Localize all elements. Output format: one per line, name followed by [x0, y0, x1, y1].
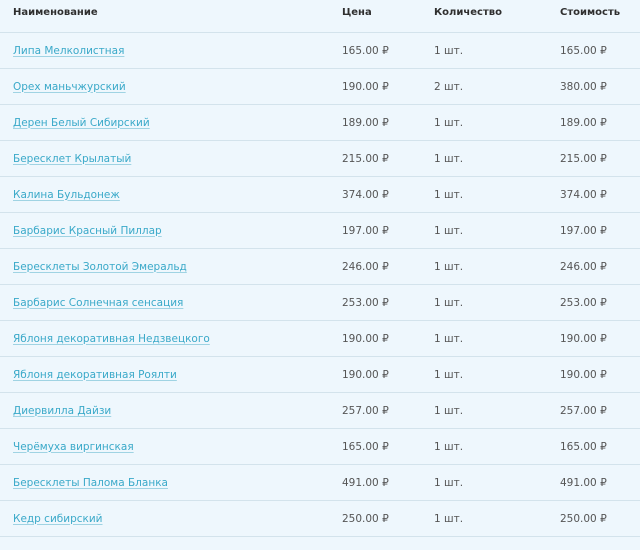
product-name-cell: Липа Мелколистная	[13, 33, 124, 68]
product-link[interactable]: Орех маньчжурский	[13, 81, 126, 93]
quantity-cell: 1 шт.	[434, 404, 464, 417]
price-cell: 250.00 ₽	[342, 512, 389, 525]
price-cell: 165.00 ₽	[342, 44, 389, 57]
price-cell: 165.00 ₽	[342, 440, 389, 453]
table-row: Бересклеты Палома Бланка 491.00 ₽ 1 шт. 491…	[0, 465, 640, 501]
price-cell: 246.00 ₽	[342, 260, 389, 273]
price-cell: 190.00 ₽	[342, 332, 389, 345]
table-row: Барбарис Красный Пиллар 197.00 ₽ 1 шт. 197.…	[0, 213, 640, 249]
product-name-cell: Диервилла Дайзи	[13, 393, 111, 428]
total-cell: 253.00 ₽	[560, 296, 607, 309]
product-link[interactable]: Бересклеты Золотой Эмеральд	[13, 261, 187, 273]
quantity-cell: 1 шт.	[434, 296, 464, 309]
table-body: Липа Мелколистная 165.00 ₽ 1 шт. 165.00 ₽ Ор…	[0, 33, 640, 537]
quantity-cell: 1 шт.	[434, 152, 464, 165]
table-row: Орех маньчжурский 190.00 ₽ 2 шт. 380.00 ₽	[0, 69, 640, 105]
table-row: Бересклеты Золотой Эмеральд 246.00 ₽ 1 шт.…	[0, 249, 640, 285]
product-link[interactable]: Яблоня декоративная Роялти	[13, 369, 177, 381]
product-name-cell: Бересклет Крылатый	[13, 141, 131, 176]
total-cell: 491.00 ₽	[560, 476, 607, 489]
quantity-cell: 2 шт.	[434, 80, 464, 93]
product-name-cell: Яблоня декоративная Роялти	[13, 357, 177, 392]
product-link[interactable]: Бересклет Крылатый	[13, 153, 131, 165]
total-cell: 165.00 ₽	[560, 44, 607, 57]
total-cell: 246.00 ₽	[560, 260, 607, 273]
total-cell: 197.00 ₽	[560, 224, 607, 237]
header-name: Наименование	[13, 7, 98, 18]
price-cell: 190.00 ₽	[342, 80, 389, 93]
total-cell: 165.00 ₽	[560, 440, 607, 453]
table-row: Бересклет Крылатый 215.00 ₽ 1 шт. 215.00 ₽	[0, 141, 640, 177]
table-row: Яблоня декоративная Роялти 190.00 ₽ 1 шт. 1…	[0, 357, 640, 393]
product-link[interactable]: Калина Бульдонеж	[13, 189, 120, 201]
product-name-cell: Бересклеты Золотой Эмеральд	[13, 249, 187, 284]
total-cell: 374.00 ₽	[560, 188, 607, 201]
product-name-cell: Кедр сибирский	[13, 501, 103, 536]
quantity-cell: 1 шт.	[434, 224, 464, 237]
table-row: Калина Бульдонеж 374.00 ₽ 1 шт. 374.00 ₽	[0, 177, 640, 213]
product-link[interactable]: Диервилла Дайзи	[13, 405, 111, 417]
quantity-cell: 1 шт.	[434, 116, 464, 129]
price-cell: 491.00 ₽	[342, 476, 389, 489]
table-row: Черёмуха виргинская 165.00 ₽ 1 шт. 165.00 ₽	[0, 429, 640, 465]
total-cell: 250.00 ₽	[560, 512, 607, 525]
product-name-cell: Барбарис Красный Пиллар	[13, 213, 162, 248]
total-cell: 190.00 ₽	[560, 332, 607, 345]
table-row: Диервилла Дайзи 257.00 ₽ 1 шт. 257.00 ₽	[0, 393, 640, 429]
total-cell: 257.00 ₽	[560, 404, 607, 417]
price-cell: 257.00 ₽	[342, 404, 389, 417]
table-row: Барбарис Солнечная сенсация 253.00 ₽ 1 шт.…	[0, 285, 640, 321]
total-cell: 380.00 ₽	[560, 80, 607, 93]
product-name-cell: Дерен Белый Сибирский	[13, 105, 150, 140]
table-row: Яблоня декоративная Недзвецкого 190.00 ₽ 1…	[0, 321, 640, 357]
product-name-cell: Черёмуха виргинская	[13, 429, 134, 464]
price-cell: 253.00 ₽	[342, 296, 389, 309]
header-price: Цена	[342, 7, 372, 18]
price-cell: 189.00 ₽	[342, 116, 389, 129]
product-link[interactable]: Дерен Белый Сибирский	[13, 117, 150, 129]
quantity-cell: 1 шт.	[434, 476, 464, 489]
product-name-cell: Бересклеты Палома Бланка	[13, 465, 168, 500]
product-link[interactable]: Кедр сибирский	[13, 513, 103, 525]
product-link[interactable]: Липа Мелколистная	[13, 45, 124, 57]
header-quantity: Количество	[434, 7, 502, 18]
price-cell: 215.00 ₽	[342, 152, 389, 165]
product-name-cell: Орех маньчжурский	[13, 69, 126, 104]
quantity-cell: 1 шт.	[434, 188, 464, 201]
table-row: Кедр сибирский 250.00 ₽ 1 шт. 250.00 ₽	[0, 501, 640, 537]
product-name-cell: Калина Бульдонеж	[13, 177, 120, 212]
product-link[interactable]: Барбарис Солнечная сенсация	[13, 297, 183, 309]
product-link[interactable]: Бересклеты Палома Бланка	[13, 477, 168, 489]
header-total: Стоимость	[560, 7, 621, 18]
quantity-cell: 1 шт.	[434, 44, 464, 57]
quantity-cell: 1 шт.	[434, 260, 464, 273]
total-cell: 189.00 ₽	[560, 116, 607, 129]
total-cell: 215.00 ₽	[560, 152, 607, 165]
quantity-cell: 1 шт.	[434, 512, 464, 525]
product-link[interactable]: Черёмуха виргинская	[13, 441, 134, 453]
table-row: Дерен Белый Сибирский 189.00 ₽ 1 шт. 189.00…	[0, 105, 640, 141]
quantity-cell: 1 шт.	[434, 440, 464, 453]
quantity-cell: 1 шт.	[434, 332, 464, 345]
order-table: Наименование Цена Количество Стоимость Л…	[0, 0, 640, 537]
price-cell: 190.00 ₽	[342, 368, 389, 381]
quantity-cell: 1 шт.	[434, 368, 464, 381]
total-cell: 190.00 ₽	[560, 368, 607, 381]
price-cell: 197.00 ₽	[342, 224, 389, 237]
product-link[interactable]: Барбарис Красный Пиллар	[13, 225, 162, 237]
price-cell: 374.00 ₽	[342, 188, 389, 201]
product-link[interactable]: Яблоня декоративная Недзвецкого	[13, 333, 210, 345]
table-row: Липа Мелколистная 165.00 ₽ 1 шт. 165.00 ₽	[0, 33, 640, 69]
table-header: Наименование Цена Количество Стоимость	[0, 0, 640, 33]
product-name-cell: Яблоня декоративная Недзвецкого	[13, 321, 210, 356]
product-name-cell: Барбарис Солнечная сенсация	[13, 285, 183, 320]
